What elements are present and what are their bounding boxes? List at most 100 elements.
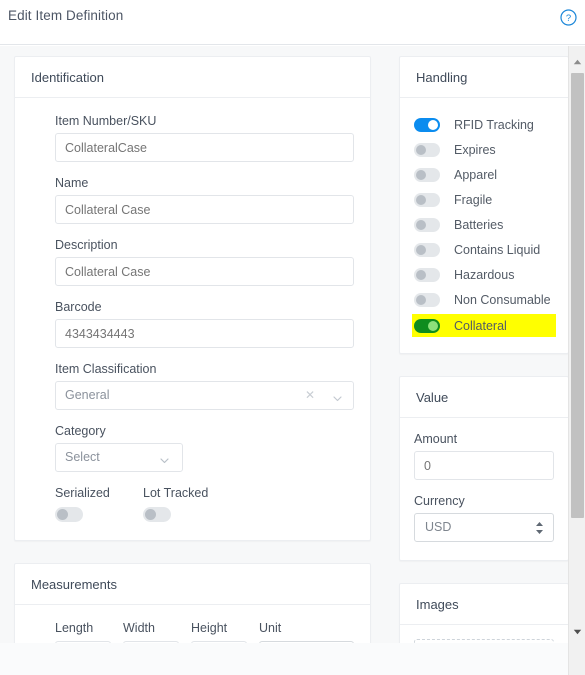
- value-section-title: Value: [400, 377, 568, 418]
- toggle-row-collateral[interactable]: Collateral: [412, 314, 556, 337]
- scroll-up-arrow-icon[interactable]: [569, 53, 585, 70]
- toggle-row-contains-liquid[interactable]: Contains Liquid: [414, 239, 556, 260]
- modal-body: Identification Item Number/SKU Name Desc…: [0, 46, 568, 643]
- toggle-row-hazardous[interactable]: Hazardous: [414, 264, 556, 285]
- expires-label: Expires: [454, 142, 496, 157]
- fragile-label: Fragile: [454, 192, 493, 207]
- width-label: Width: [123, 621, 155, 635]
- toggle-knob: [416, 169, 426, 180]
- item-number-input[interactable]: [55, 133, 354, 162]
- apparel-toggle[interactable]: [414, 167, 440, 182]
- category-value: Select: [65, 450, 100, 464]
- amount-input[interactable]: [414, 451, 554, 480]
- collateral-toggle[interactable]: [414, 318, 440, 333]
- currency-value: USD: [425, 520, 452, 534]
- lot-tracked-group: Lot Tracked: [143, 486, 231, 522]
- hazardous-label: Hazardous: [454, 267, 515, 282]
- toggle-knob: [145, 509, 156, 520]
- item-number-label: Item Number/SKU: [55, 114, 157, 128]
- measurements-card: Measurements Length Width Height: [14, 563, 371, 643]
- name-input[interactable]: [55, 195, 354, 224]
- fragile-toggle[interactable]: [414, 192, 440, 207]
- hazardous-toggle[interactable]: [414, 267, 440, 282]
- toggle-knob: [416, 219, 426, 230]
- lot-tracked-toggle[interactable]: [143, 507, 171, 522]
- contains-liquid-toggle[interactable]: [414, 242, 440, 257]
- unit-label: Unit: [259, 621, 282, 635]
- handling-section-title: Handling: [400, 57, 568, 98]
- images-section-title: Images: [400, 584, 568, 625]
- lot-tracked-label: Lot Tracked: [143, 486, 209, 500]
- height-group: Height: [191, 621, 247, 643]
- field-description: Description: [55, 238, 354, 286]
- non-consumable-toggle[interactable]: [414, 292, 440, 307]
- rfid-tracking-label: RFID Tracking: [454, 117, 534, 132]
- field-category: Category Select: [55, 424, 354, 472]
- images-card: Images: [399, 583, 568, 643]
- rfid-tracking-toggle[interactable]: [414, 117, 440, 132]
- field-item-number: Item Number/SKU: [55, 114, 354, 162]
- toggle-knob: [57, 509, 68, 520]
- toggle-knob: [416, 294, 426, 305]
- serialized-group: Serialized: [55, 486, 143, 522]
- page-title: Edit Item Definition: [8, 8, 124, 23]
- field-amount: Amount: [414, 432, 554, 480]
- vertical-scrollbar[interactable]: [568, 46, 585, 675]
- toggle-row-apparel[interactable]: Apparel: [414, 164, 556, 185]
- unit-group: Unit inches: [259, 621, 354, 643]
- handling-card: Handling RFID Tracking Expires Apparel F…: [399, 56, 568, 354]
- field-barcode: Barcode: [55, 300, 354, 348]
- toggle-row-batteries[interactable]: Batteries: [414, 214, 556, 235]
- category-label: Category: [55, 424, 106, 438]
- batteries-toggle[interactable]: [414, 217, 440, 232]
- field-name: Name: [55, 176, 354, 224]
- identification-card: Identification Item Number/SKU Name Desc…: [14, 56, 371, 541]
- measurements-section-title: Measurements: [15, 564, 370, 605]
- name-label: Name: [55, 176, 89, 190]
- field-currency: Currency USD: [414, 494, 554, 542]
- collateral-label: Collateral: [454, 318, 507, 333]
- viewport-bottom-strip: [0, 643, 568, 675]
- scroll-thumb[interactable]: [571, 73, 584, 518]
- scroll-down-arrow-icon[interactable]: [569, 623, 585, 640]
- chevron-down-icon[interactable]: [159, 453, 170, 464]
- length-label: Length: [55, 621, 94, 635]
- flags-row: Serialized Lot Tracked: [55, 486, 354, 522]
- expires-toggle[interactable]: [414, 142, 440, 157]
- item-classification-label: Item Classification: [55, 362, 157, 376]
- toggle-knob: [416, 194, 426, 205]
- left-column: Identification Item Number/SKU Name Desc…: [14, 56, 371, 643]
- barcode-input[interactable]: [55, 319, 354, 348]
- serialized-label: Serialized: [55, 486, 110, 500]
- measurements-row: Length Width Height Unit: [55, 621, 354, 643]
- toggle-knob: [416, 269, 426, 280]
- toggle-row-fragile[interactable]: Fragile: [414, 189, 556, 210]
- category-select[interactable]: Select: [55, 443, 183, 472]
- clear-x-icon[interactable]: ✕: [305, 382, 315, 409]
- value-card: Value Amount Currency USD: [399, 376, 568, 561]
- description-input[interactable]: [55, 257, 354, 286]
- toggle-row-expires[interactable]: Expires: [414, 139, 556, 160]
- toggle-row-rfid-tracking[interactable]: RFID Tracking: [414, 114, 556, 135]
- toggle-knob: [428, 119, 438, 130]
- toggle-row-non-consumable[interactable]: Non Consumable: [414, 289, 556, 310]
- height-label: Height: [191, 621, 228, 635]
- modal-header: Edit Item Definition ?: [0, 0, 585, 45]
- updown-stepper-icon: [535, 521, 544, 535]
- barcode-label: Barcode: [55, 300, 102, 314]
- chevron-down-icon[interactable]: [332, 391, 343, 402]
- width-group: Width: [123, 621, 179, 643]
- non-consumable-label: Non Consumable: [454, 292, 551, 307]
- serialized-toggle[interactable]: [55, 507, 83, 522]
- right-column: Handling RFID Tracking Expires Apparel F…: [399, 56, 568, 643]
- toggle-knob: [416, 144, 426, 155]
- svg-text:?: ?: [566, 13, 571, 24]
- toggle-knob: [416, 244, 426, 255]
- batteries-label: Batteries: [454, 217, 504, 232]
- length-group: Length: [55, 621, 111, 643]
- toggle-knob: [428, 320, 438, 331]
- help-circle-icon[interactable]: ?: [560, 9, 577, 26]
- identification-section-title: Identification: [15, 57, 370, 98]
- item-classification-select[interactable]: General ✕: [55, 381, 354, 410]
- currency-select[interactable]: USD: [414, 513, 554, 542]
